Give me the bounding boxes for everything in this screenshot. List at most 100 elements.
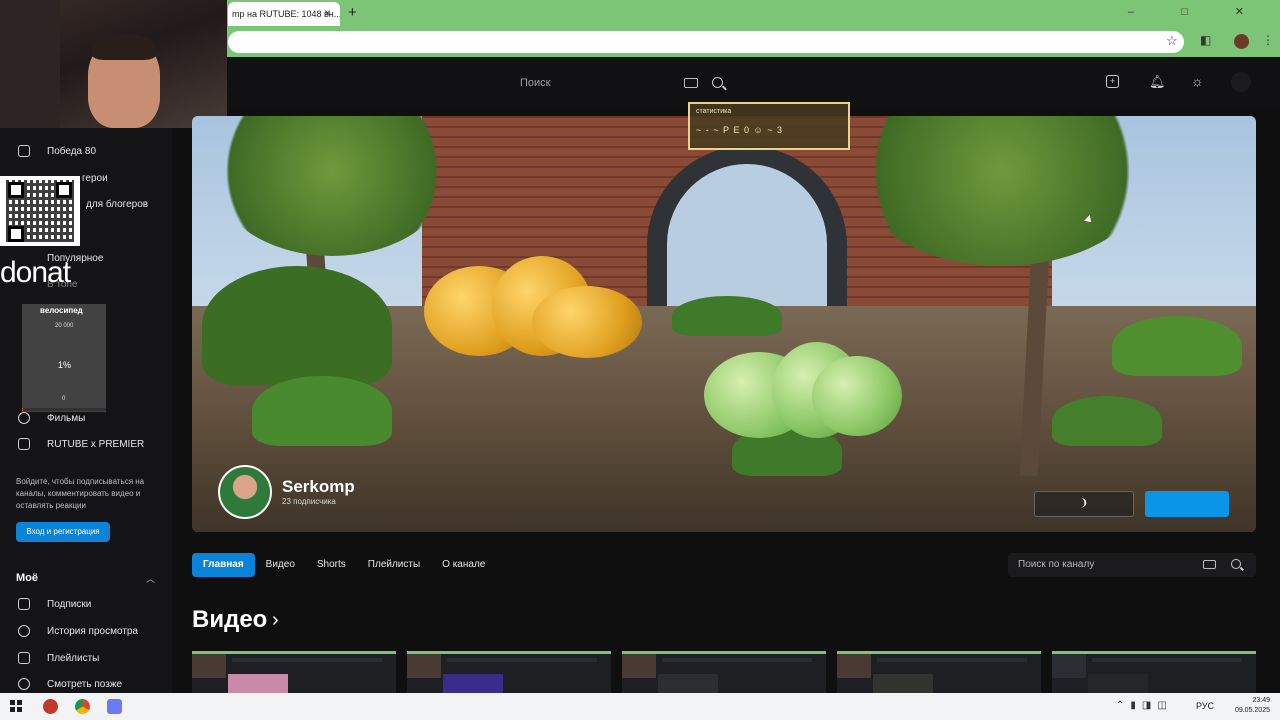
thumb-content xyxy=(658,674,718,693)
browser-menu-icon[interactable]: ⋮ xyxy=(1262,33,1274,47)
thumb-webcam xyxy=(1052,654,1086,678)
banner-grass xyxy=(252,376,392,446)
browser-profile-avatar[interactable] xyxy=(1234,34,1249,49)
channel-name[interactable]: Serkomp xyxy=(282,477,355,497)
sidebar-item-label: Фильмы xyxy=(47,412,86,424)
clock-time: 23:49 xyxy=(1252,697,1270,704)
upload-icon[interactable]: + xyxy=(1106,75,1119,88)
sidebar-item-pobeda[interactable]: Победа 80 xyxy=(18,141,96,161)
keyboard-icon[interactable] xyxy=(684,78,698,88)
sidebar-item-premier[interactable]: RUTUBE x PREMIER xyxy=(18,434,144,454)
my-section-title[interactable]: Моё xyxy=(16,572,38,584)
thumb-bar xyxy=(877,658,1027,662)
thumb-content xyxy=(443,674,503,693)
thumb-webcam xyxy=(622,654,656,678)
sidebar-item-watch-later[interactable]: Смотреть позже xyxy=(18,674,122,694)
system-tray-icons[interactable]: ⌃▮◨◫ xyxy=(1116,700,1173,711)
tab-playlists[interactable]: Плейлисты xyxy=(357,553,431,577)
sidebar-item-bloggers[interactable]: для блогеров xyxy=(86,194,148,214)
chevron-right-icon[interactable]: › xyxy=(272,609,279,632)
webcam-background xyxy=(0,0,60,128)
search-icon[interactable] xyxy=(712,77,723,88)
history-icon xyxy=(18,625,30,637)
banner-bush xyxy=(202,266,392,386)
premier-icon xyxy=(18,438,30,450)
banner-green-ball xyxy=(812,356,902,436)
address-input[interactable] xyxy=(228,31,1184,53)
banner-grass xyxy=(1112,316,1242,376)
login-prompt-text: Войдите, чтобы подписываться на каналы, … xyxy=(16,477,145,510)
tab-close-icon[interactable]: × xyxy=(324,6,331,20)
subscriber-count: 23 подписчика xyxy=(282,497,336,506)
stream-stats-title: статистика xyxy=(696,108,732,115)
qr-finder xyxy=(8,182,24,198)
sidebar-item-label: Смотреть позже xyxy=(47,678,123,690)
channel-secondary-button[interactable]: ❩ xyxy=(1034,491,1134,517)
donation-progress-track xyxy=(22,408,106,411)
bell-icon[interactable]: 🔔︎ xyxy=(1149,74,1166,90)
app-icon[interactable] xyxy=(107,699,122,714)
windows-start-icon[interactable] xyxy=(10,700,22,712)
donation-goal-min: 0 xyxy=(62,396,66,402)
subscriptions-icon xyxy=(18,598,30,610)
donation-goal-amount: 20 000 xyxy=(55,323,74,329)
channel-avatar[interactable] xyxy=(218,465,272,519)
tab-videos[interactable]: Видео xyxy=(255,553,306,577)
sidebar-item-label: для блогеров xyxy=(86,198,149,210)
thumb-webcam xyxy=(407,654,441,678)
search-input[interactable]: Поиск xyxy=(520,77,550,89)
thumb-bar xyxy=(662,658,812,662)
film-icon xyxy=(18,412,30,424)
banner-yellow-ball xyxy=(532,286,642,358)
video-thumbnail[interactable] xyxy=(837,651,1041,693)
yandex-browser-icon[interactable] xyxy=(43,699,58,714)
search-icon[interactable] xyxy=(1231,559,1241,569)
chrome-icon[interactable] xyxy=(75,699,90,714)
window-controls[interactable]: – □ ✕ xyxy=(1128,5,1266,18)
thumb-webcam xyxy=(837,654,871,678)
video-thumbnail[interactable] xyxy=(622,651,826,693)
donation-goal-percent: 1% xyxy=(58,360,72,370)
qr-finder xyxy=(8,226,24,242)
sidebar-item-heroes[interactable]: герои xyxy=(82,168,108,188)
stream-stats-text: ~ - ~ Р Е 0 ☺ ~ 3 xyxy=(696,125,783,135)
thumb-content xyxy=(873,674,933,693)
donation-goal-title: велосипед xyxy=(40,306,83,315)
thumb-content xyxy=(1088,674,1148,693)
sidebar-item-label: Победа 80 xyxy=(47,145,97,157)
sidebar-item-subscriptions[interactable]: Подписки xyxy=(18,594,91,614)
channel-search-placeholder[interactable]: Поиск по каналу xyxy=(1018,559,1094,570)
extensions-icon[interactable]: ◧ xyxy=(1200,33,1211,47)
profile-icon[interactable] xyxy=(1231,72,1251,92)
video-thumbnail[interactable] xyxy=(1052,651,1256,693)
subscribe-button[interactable] xyxy=(1145,491,1229,517)
tab-home[interactable]: Главная xyxy=(192,553,255,577)
thumb-bar xyxy=(447,658,597,662)
sidebar-item-label: История просмотра xyxy=(47,625,139,637)
login-button[interactable]: Вход и регистрация xyxy=(16,522,110,542)
thumb-bar xyxy=(1092,658,1242,662)
videos-section-title[interactable]: Видео xyxy=(192,606,267,634)
video-thumbnail[interactable] xyxy=(192,651,396,693)
thumb-content xyxy=(228,674,288,693)
banner-grass xyxy=(1052,396,1162,446)
tab-about[interactable]: О канале xyxy=(431,553,496,577)
keyboard-icon[interactable] xyxy=(1203,560,1216,569)
channel-banner xyxy=(192,116,1256,532)
theme-toggle-icon[interactable]: ☼ xyxy=(1191,73,1204,89)
bookmark-star-icon[interactable]: ☆ xyxy=(1166,33,1178,49)
qr-finder xyxy=(56,182,72,198)
donation-label: donat xyxy=(0,256,71,289)
new-tab-button[interactable]: + xyxy=(348,4,357,21)
sidebar-item-history[interactable]: История просмотра xyxy=(18,621,138,641)
tab-shorts[interactable]: Shorts xyxy=(306,553,357,577)
thumb-webcam xyxy=(192,654,226,678)
chevron-up-icon[interactable]: ︿ xyxy=(146,572,155,585)
clock[interactable]: 23:49 09.05.2025 xyxy=(1204,696,1270,716)
clock-date: 09.05.2025 xyxy=(1234,707,1270,714)
sidebar-item-label: RUTUBE x PREMIER xyxy=(47,438,145,450)
playlist-icon xyxy=(18,652,30,664)
donation-qr-code xyxy=(0,176,80,246)
video-thumbnail[interactable] xyxy=(407,651,611,693)
sidebar-item-playlists[interactable]: Плейлисты xyxy=(18,648,99,668)
